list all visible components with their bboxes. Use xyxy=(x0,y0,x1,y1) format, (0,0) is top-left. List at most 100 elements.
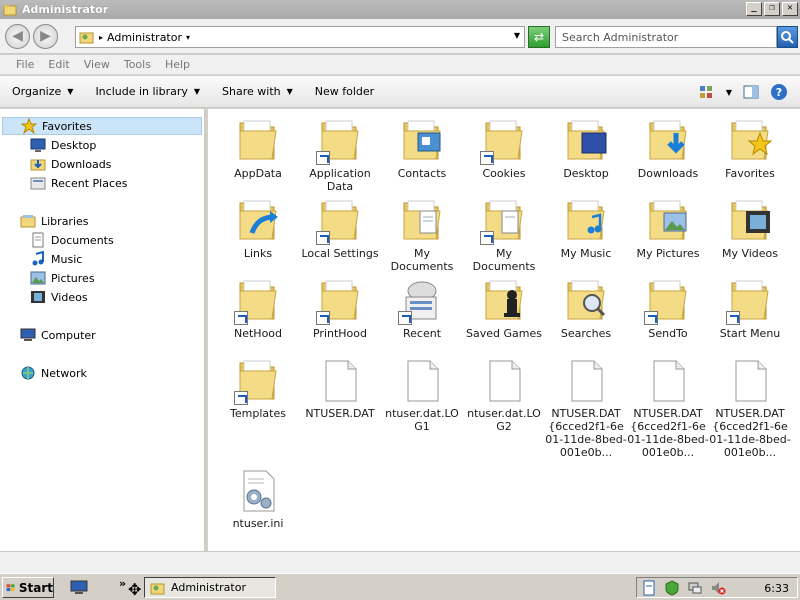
user-folder-icon xyxy=(150,583,165,594)
user-folder-icon xyxy=(79,32,94,44)
nav-videos[interactable]: Videos xyxy=(30,288,88,306)
address-bar[interactable]: ▸ Administrator ▾ ▼ xyxy=(75,26,525,48)
file-item-ntuser-dat-tm1[interactable]: NTUSER.DAT{6cced2f1-6e01-11de-8bed-001e0… xyxy=(545,353,627,459)
search-input[interactable]: Search Administrator xyxy=(555,26,777,48)
file-item-searches[interactable]: Searches xyxy=(545,273,627,340)
nav-pictures[interactable]: Pictures xyxy=(30,269,95,287)
refresh-button[interactable]: ⇄ xyxy=(528,26,550,48)
minimize-button[interactable]: _ xyxy=(746,2,762,16)
file-item-saved-games[interactable]: Saved Games xyxy=(463,273,545,340)
taskbar-item-administrator[interactable]: Administrator xyxy=(144,577,276,598)
file-item-ntuser-dat-tm2[interactable]: NTUSER.DAT{6cced2f1-6e01-11de-8bed-001e0… xyxy=(627,353,709,459)
help-icon[interactable]: ? xyxy=(770,83,788,101)
view-options-icon[interactable] xyxy=(698,83,716,101)
folder-icon xyxy=(316,197,364,245)
breadcrumb[interactable]: Administrator xyxy=(107,31,182,44)
back-button[interactable]: ◀ xyxy=(5,24,30,49)
start-button[interactable]: Start xyxy=(2,577,54,598)
file-item-desktop[interactable]: Desktop xyxy=(545,113,627,180)
downloads-icon xyxy=(30,159,46,171)
file-item-templates[interactable]: Templates xyxy=(217,353,299,420)
nav-libraries[interactable]: Libraries xyxy=(20,212,89,230)
menu-help[interactable]: Help xyxy=(165,58,190,71)
tray-document-icon[interactable] xyxy=(641,580,657,596)
file-item-downloads[interactable]: Downloads xyxy=(627,113,709,180)
file-list[interactable]: AppData Application Data Contacts Cookies De… xyxy=(208,109,800,551)
file-icon xyxy=(726,357,774,405)
menu-edit[interactable]: Edit xyxy=(48,58,69,71)
command-bar: Organize ▼ Include in library ▼ Share with… xyxy=(0,76,800,108)
documents-icon xyxy=(32,232,44,248)
file-item-ntuser-dat-log2[interactable]: ntuser.dat.LOG2 xyxy=(463,353,545,433)
nav-recent-places[interactable]: Recent Places xyxy=(30,174,128,192)
nav-downloads[interactable]: Downloads xyxy=(30,155,111,173)
nav-documents[interactable]: Documents xyxy=(30,231,114,249)
shortcut-arrow-icon xyxy=(316,151,330,165)
file-item-ntuser-ini[interactable]: ntuser.ini xyxy=(217,463,299,530)
tray-volume-muted-icon[interactable] xyxy=(710,580,726,596)
file-item-label: My Documents xyxy=(472,247,536,273)
network-icon xyxy=(21,366,35,380)
navigation-pane: Favorites Desktop Downloads Recent Place… xyxy=(0,109,205,551)
shortcut-arrow-icon xyxy=(398,311,412,325)
file-item-local-settings[interactable]: Local Settings xyxy=(299,193,381,260)
file-item-nethood[interactable]: NetHood xyxy=(217,273,299,340)
menu-tools[interactable]: Tools xyxy=(124,58,151,71)
breadcrumb-dropdown-icon[interactable]: ▾ xyxy=(186,33,190,42)
computer-icon xyxy=(20,328,36,341)
file-item-label: Desktop xyxy=(563,167,609,180)
preview-pane-icon[interactable] xyxy=(742,83,760,101)
file-item-start-menu[interactable]: Start Menu xyxy=(709,273,791,340)
tray-security-icon[interactable] xyxy=(664,579,680,596)
nav-music[interactable]: Music xyxy=(30,250,82,268)
forward-button[interactable]: ▶ xyxy=(33,24,58,49)
menu-view[interactable]: View xyxy=(84,58,110,71)
file-item-label: My Music xyxy=(560,247,612,260)
file-icon xyxy=(562,357,610,405)
show-desktop-icon[interactable] xyxy=(70,579,88,595)
file-item-my-pictures[interactable]: My Pictures xyxy=(627,193,709,260)
nav-network[interactable]: Network xyxy=(20,364,87,382)
file-item-my-documents[interactable]: My Documents xyxy=(381,193,463,273)
title-bar[interactable]: Administrator _ ❐ ✕ xyxy=(0,0,800,19)
file-item-appdata[interactable]: AppData xyxy=(217,113,299,180)
folder-icon xyxy=(562,117,610,165)
nav-computer[interactable]: Computer xyxy=(20,326,96,344)
new-folder-button[interactable]: New folder xyxy=(315,85,374,98)
nav-desktop[interactable]: Desktop xyxy=(30,136,96,154)
file-item-ntuser-dat[interactable]: NTUSER.DAT xyxy=(299,353,381,420)
file-item-recent[interactable]: Recent xyxy=(381,273,463,340)
file-item-my-music[interactable]: My Music xyxy=(545,193,627,260)
tray-network-icon[interactable] xyxy=(687,580,703,596)
search-button[interactable] xyxy=(777,26,798,48)
organize-button[interactable]: Organize ▼ xyxy=(12,85,73,98)
close-button[interactable]: ✕ xyxy=(782,2,798,16)
file-item-cookies[interactable]: Cookies xyxy=(463,113,545,180)
file-item-ntuser-dat-log1[interactable]: ntuser.dat.LOG1 xyxy=(381,353,463,433)
file-item-label: Start Menu xyxy=(719,327,781,340)
file-item-favorites[interactable]: Favorites xyxy=(709,113,791,180)
file-item-links[interactable]: Links xyxy=(217,193,299,260)
file-item-printhood[interactable]: PrintHood xyxy=(299,273,381,340)
file-item-contacts[interactable]: Contacts xyxy=(381,113,463,180)
breadcrumb-arrow-icon[interactable]: ▸ xyxy=(99,33,103,42)
recent-places-icon xyxy=(30,177,46,190)
folder-icon xyxy=(562,197,610,245)
include-in-library-button[interactable]: Include in library ▼ xyxy=(95,85,200,98)
address-dropdown-icon[interactable]: ▼ xyxy=(514,31,520,40)
file-item-sendto[interactable]: SendTo xyxy=(627,273,709,340)
view-dropdown-icon[interactable]: ▼ xyxy=(726,88,732,97)
clock[interactable]: 6:33 xyxy=(764,582,789,595)
file-item-my-videos[interactable]: My Videos xyxy=(709,193,791,260)
quick-launch-expand-icon[interactable]: » xyxy=(119,577,126,590)
file-item-application-data[interactable]: Application Data xyxy=(299,113,381,193)
file-item-label: PrintHood xyxy=(312,327,368,340)
address-row: ◀ ▶ ▸ Administrator ▾ ▼ ⇄ Search Adminis… xyxy=(0,19,800,54)
maximize-button[interactable]: ❐ xyxy=(764,2,780,16)
file-item-my-documents-shortcut[interactable]: My Documents xyxy=(463,193,545,273)
file-item-label: Recent xyxy=(402,327,442,340)
menu-file[interactable]: File xyxy=(16,58,34,71)
file-item-ntuser-dat-tm3[interactable]: NTUSER.DAT{6cced2f1-6e01-11de-8bed-001e0… xyxy=(709,353,791,459)
nav-favorites[interactable]: Favorites xyxy=(2,117,202,135)
share-with-button[interactable]: Share with ▼ xyxy=(222,85,293,98)
